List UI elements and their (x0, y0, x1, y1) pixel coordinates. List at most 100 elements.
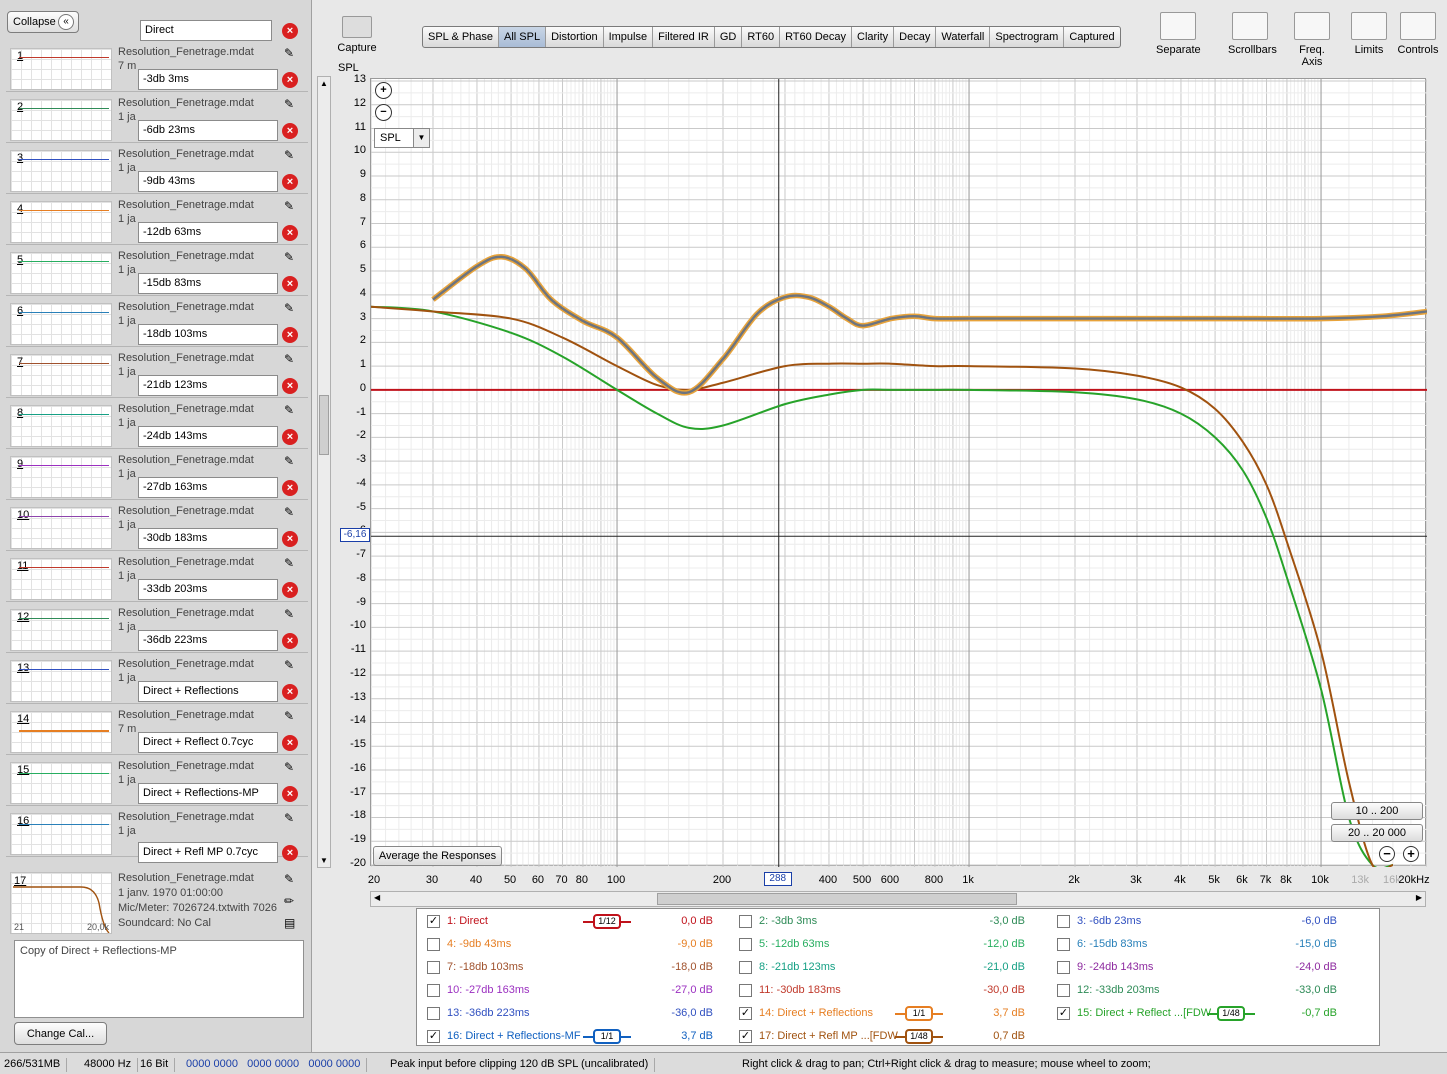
zoom-out-x-icon[interactable]: − (1379, 846, 1395, 862)
zoom-out-icon[interactable]: − (375, 104, 392, 121)
remove-measurement-icon[interactable]: × (282, 845, 298, 861)
scroll-left-icon[interactable]: ◀ (374, 893, 380, 902)
legend-checkbox[interactable] (739, 938, 752, 951)
tab-rt60-decay[interactable]: RT60 Decay (780, 27, 852, 47)
average-responses-button[interactable]: Average the Responses (373, 846, 502, 866)
measurement-name-input[interactable]: -18db 103ms (138, 324, 278, 345)
legend-item[interactable]: 9: -24db 143ms -24,0 dB (1057, 959, 1357, 977)
tab-gd[interactable]: GD (715, 27, 743, 47)
pencil-icon[interactable]: ✏ (284, 894, 294, 908)
collapse-button[interactable]: Collapse « (7, 11, 79, 33)
remove-measurement-icon[interactable]: × (282, 735, 298, 751)
spl-graph[interactable] (370, 78, 1427, 867)
legend-item[interactable]: 6: -15db 83ms -15,0 dB (1057, 936, 1357, 954)
legend-checkbox[interactable] (739, 915, 752, 928)
measurement-name-input[interactable]: -27db 163ms (138, 477, 278, 498)
scroll-up-icon[interactable]: ▲ (320, 79, 328, 88)
scroll-right-icon[interactable]: ▶ (1416, 893, 1422, 902)
scrollbar-thumb[interactable] (319, 395, 329, 455)
remove-measurement-icon[interactable]: × (282, 531, 298, 547)
save-icon[interactable]: ✎ (284, 607, 298, 621)
tab-all-spl[interactable]: All SPL (499, 27, 547, 47)
tab-spectrogram[interactable]: Spectrogram (990, 27, 1065, 47)
spl-select[interactable]: SPL ▼ (374, 128, 430, 148)
document-icon[interactable]: ▤ (284, 916, 295, 930)
legend-item[interactable]: 4: -9db 43ms -9,0 dB (427, 936, 727, 954)
save-icon[interactable]: ✎ (284, 760, 298, 774)
save-icon[interactable]: ✎ (284, 352, 298, 366)
save-icon[interactable]: ✎ (284, 658, 298, 672)
legend-item[interactable]: ✓ 14: Direct + Reflections 1/1 3,7 dB (739, 1005, 1039, 1023)
tab-clarity[interactable]: Clarity (852, 27, 895, 47)
measurement-name-input[interactable]: -3db 3ms (138, 69, 278, 90)
measurement-name-input[interactable]: -21db 123ms (138, 375, 278, 396)
notes-textarea[interactable]: Copy of Direct + Reflections-MP (14, 940, 304, 1018)
remove-measurement-icon[interactable]: × (282, 72, 298, 88)
legend-item[interactable]: 10: -27db 163ms -27,0 dB (427, 982, 727, 1000)
smoothing-indicator[interactable]: 1/48 (1207, 1006, 1255, 1021)
legend-checkbox[interactable]: ✓ (739, 1030, 752, 1043)
measurement-name-input-16[interactable]: Direct + Refl MP 0.7cyc (138, 842, 278, 863)
legend-checkbox[interactable] (1057, 938, 1070, 951)
remove-measurement-icon[interactable]: × (282, 633, 298, 649)
measurement-name-input[interactable]: -36db 223ms (138, 630, 278, 651)
legend-item[interactable]: 5: -12db 63ms -12,0 dB (739, 936, 1039, 954)
legend-item[interactable]: 3: -6db 23ms -6,0 dB (1057, 913, 1357, 931)
legend-item[interactable]: 13: -36db 223ms -36,0 dB (427, 1005, 727, 1023)
save-icon[interactable]: ✎ (284, 872, 294, 886)
scrollbar-thumb[interactable] (657, 893, 1017, 905)
legend-item[interactable]: ✓ 16: Direct + Reflections-MF 1/1 3,7 dB (427, 1028, 727, 1046)
save-icon[interactable]: ✎ (284, 199, 298, 213)
range-10-200-button[interactable]: 10 .. 200 (1331, 802, 1423, 820)
legend-item[interactable]: ✓ 15: Direct + Reflect ...[FDW 1/48 -0,7 dB (1057, 1005, 1357, 1023)
tab-captured[interactable]: Captured (1064, 27, 1119, 47)
save-icon[interactable]: ✎ (284, 505, 298, 519)
capture-button[interactable]: Capture (336, 16, 378, 54)
smoothing-indicator[interactable]: 1/1 (895, 1006, 943, 1021)
remove-measurement-icon[interactable]: × (282, 174, 298, 190)
tab-rt60[interactable]: RT60 (742, 27, 781, 47)
tab-decay[interactable]: Decay (894, 27, 937, 47)
tab-distortion[interactable]: Distortion (546, 27, 604, 47)
save-icon[interactable]: ✎ (284, 301, 298, 315)
change-cal-button[interactable]: Change Cal... (14, 1022, 107, 1045)
remove-measurement-icon[interactable]: × (282, 225, 298, 241)
smoothing-indicator[interactable]: 1/48 (895, 1029, 943, 1044)
measurement-list[interactable]: 1 Resolution_Fenetrage.mdat 7 m ✎ 2 Resolutio… (6, 40, 308, 868)
toolbar-separate-button[interactable]: Separate (1156, 12, 1201, 56)
remove-measurement-icon[interactable]: × (282, 276, 298, 292)
remove-measurement-icon[interactable]: × (282, 327, 298, 343)
toolbar-limits-button[interactable]: Limits (1347, 12, 1391, 56)
legend-checkbox[interactable] (739, 984, 752, 997)
measurement-name-input[interactable]: Direct + Reflections (138, 681, 278, 702)
measurement-name-input[interactable]: -12db 63ms (138, 222, 278, 243)
smoothing-indicator[interactable]: 1/1 (583, 1029, 631, 1044)
remove-measurement-icon[interactable]: × (282, 429, 298, 445)
save-icon[interactable]: ✎ (284, 97, 298, 111)
range-20-20000-button[interactable]: 20 .. 20 000 (1331, 824, 1423, 842)
scroll-down-icon[interactable]: ▼ (320, 856, 328, 865)
legend-checkbox[interactable] (1057, 961, 1070, 974)
remove-measurement-icon[interactable]: × (282, 480, 298, 496)
save-icon[interactable]: ✎ (284, 250, 298, 264)
measurement-item-17[interactable]: 17 21 20,0k Resolution_Fenetrage.mdat 1 … (6, 868, 308, 936)
remove-measurement-icon[interactable]: × (282, 123, 298, 139)
spl-chart-svg[interactable] (371, 79, 1427, 867)
tab-waterfall[interactable]: Waterfall (936, 27, 991, 47)
remove-measurement-icon[interactable]: × (282, 23, 298, 39)
legend-checkbox[interactable] (1057, 984, 1070, 997)
save-icon[interactable]: ✎ (284, 46, 298, 60)
measurement-name-input[interactable]: -9db 43ms (138, 171, 278, 192)
zoom-in-x-icon[interactable]: + (1403, 846, 1419, 862)
save-icon[interactable]: ✎ (284, 811, 298, 825)
legend-checkbox[interactable] (427, 1007, 440, 1020)
legend-item[interactable]: ✓ 1: Direct 1/12 0,0 dB (427, 913, 727, 931)
tab-filtered-ir[interactable]: Filtered IR (653, 27, 715, 47)
tab-spl-phase[interactable]: SPL & Phase (423, 27, 500, 47)
legend-checkbox[interactable] (427, 984, 440, 997)
measurement-name-input[interactable]: Direct + Reflect 0.7cyc (138, 732, 278, 753)
remove-measurement-icon[interactable]: × (282, 684, 298, 700)
smoothing-indicator[interactable]: 1/12 (583, 914, 631, 929)
legend-item[interactable]: 11: -30db 183ms -30,0 dB (739, 982, 1039, 1000)
measurement-name-input[interactable]: -15db 83ms (138, 273, 278, 294)
